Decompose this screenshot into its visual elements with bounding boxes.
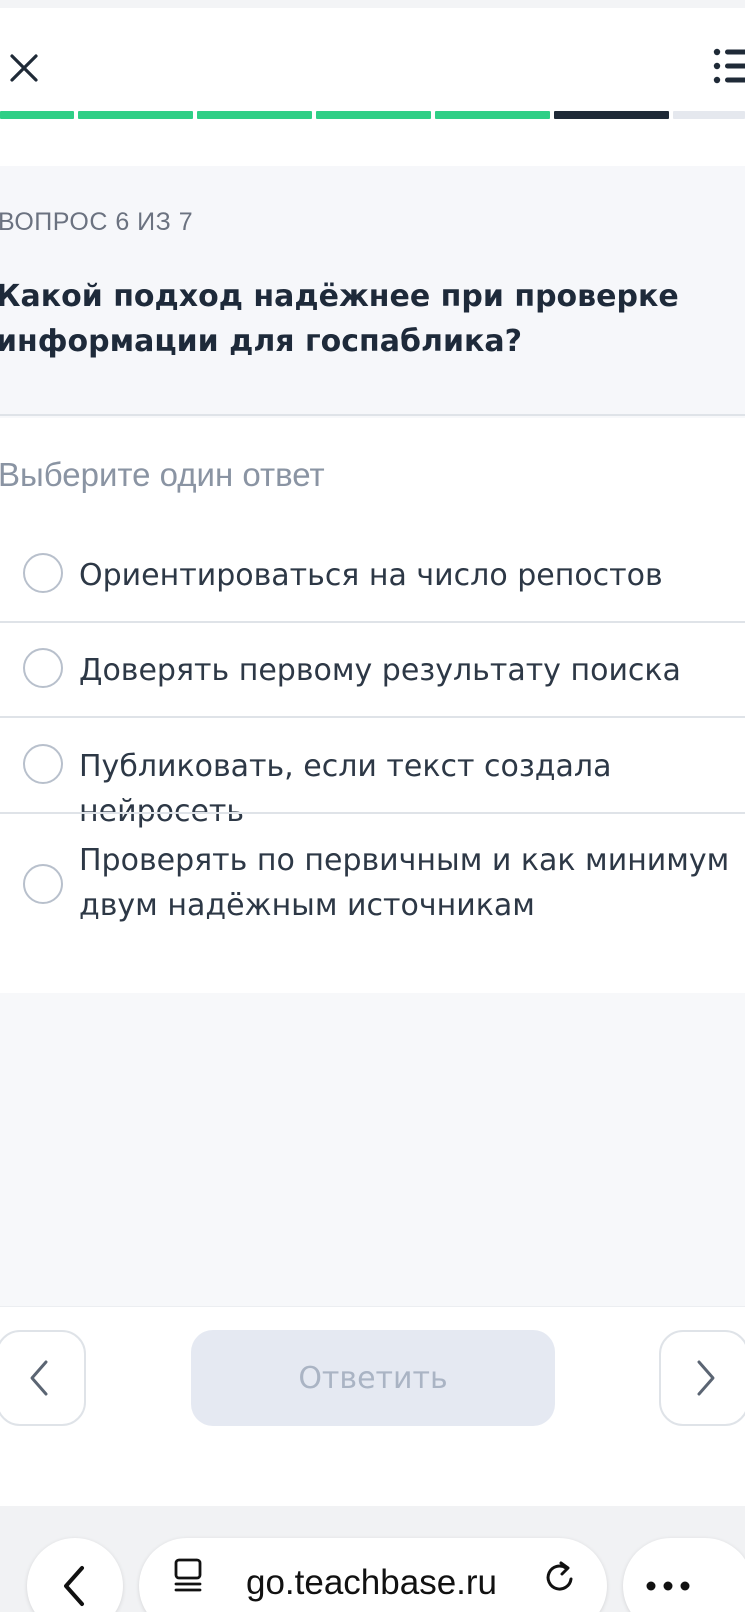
- progress-segment: [435, 111, 550, 119]
- answer-option[interactable]: Ориентироваться на число репостов: [0, 536, 745, 622]
- answer-option-label: Ориентироваться на число репостов: [79, 558, 663, 593]
- answer-option[interactable]: Публиковать, если текст создала нейросет…: [0, 726, 745, 829]
- radio-button[interactable]: [23, 864, 63, 904]
- answer-option-label: Доверять первому результату поиска: [79, 653, 681, 688]
- submit-button[interactable]: Ответить: [191, 1330, 555, 1426]
- reload-icon[interactable]: [540, 1558, 580, 1598]
- answer-option[interactable]: Проверять по первичным и как минимум дву…: [0, 838, 745, 958]
- browser-more-button[interactable]: [623, 1538, 745, 1612]
- questions-menu-button[interactable]: [712, 46, 745, 88]
- progress-segment: [78, 111, 193, 119]
- divider: [0, 621, 745, 623]
- progress-segment: [673, 111, 745, 119]
- page-icon[interactable]: [168, 1554, 208, 1594]
- close-icon: [10, 54, 38, 82]
- question-counter: ВОПРОС 6 ИЗ 7: [0, 208, 194, 236]
- url-text: go.teachbase.ru: [246, 1563, 498, 1602]
- answer-option-label: Проверять по первичным и как минимум дву…: [79, 843, 730, 923]
- radio-button[interactable]: [23, 553, 63, 593]
- prev-button[interactable]: [0, 1330, 86, 1426]
- divider: [0, 716, 745, 718]
- header: [0, 8, 745, 166]
- progress-bar: [0, 111, 745, 119]
- top-strip: [0, 0, 745, 8]
- answer-option-label: Публиковать, если текст создала нейросет…: [79, 749, 612, 829]
- progress-segment: [316, 111, 431, 119]
- divider: [0, 812, 745, 814]
- radio-button[interactable]: [23, 744, 63, 784]
- progress-segment: [554, 111, 669, 119]
- list-icon: [713, 48, 745, 84]
- progress-segment: [197, 111, 312, 119]
- radio-button[interactable]: [23, 648, 63, 688]
- progress-segment: [0, 111, 74, 119]
- next-button[interactable]: [659, 1330, 745, 1426]
- chevron-left-icon: [64, 1566, 84, 1606]
- browser-back-button[interactable]: [27, 1538, 123, 1612]
- answer-option[interactable]: Доверять первому результату поиска: [0, 630, 745, 716]
- close-button[interactable]: [4, 48, 44, 88]
- chevron-right-icon: [697, 1360, 715, 1396]
- question-text: Какой подход надёжнее при проверке инфор…: [0, 279, 679, 359]
- answer-hint: Выберите один ответ: [0, 456, 325, 493]
- chevron-left-icon: [30, 1360, 48, 1396]
- more-icon: [646, 1581, 690, 1591]
